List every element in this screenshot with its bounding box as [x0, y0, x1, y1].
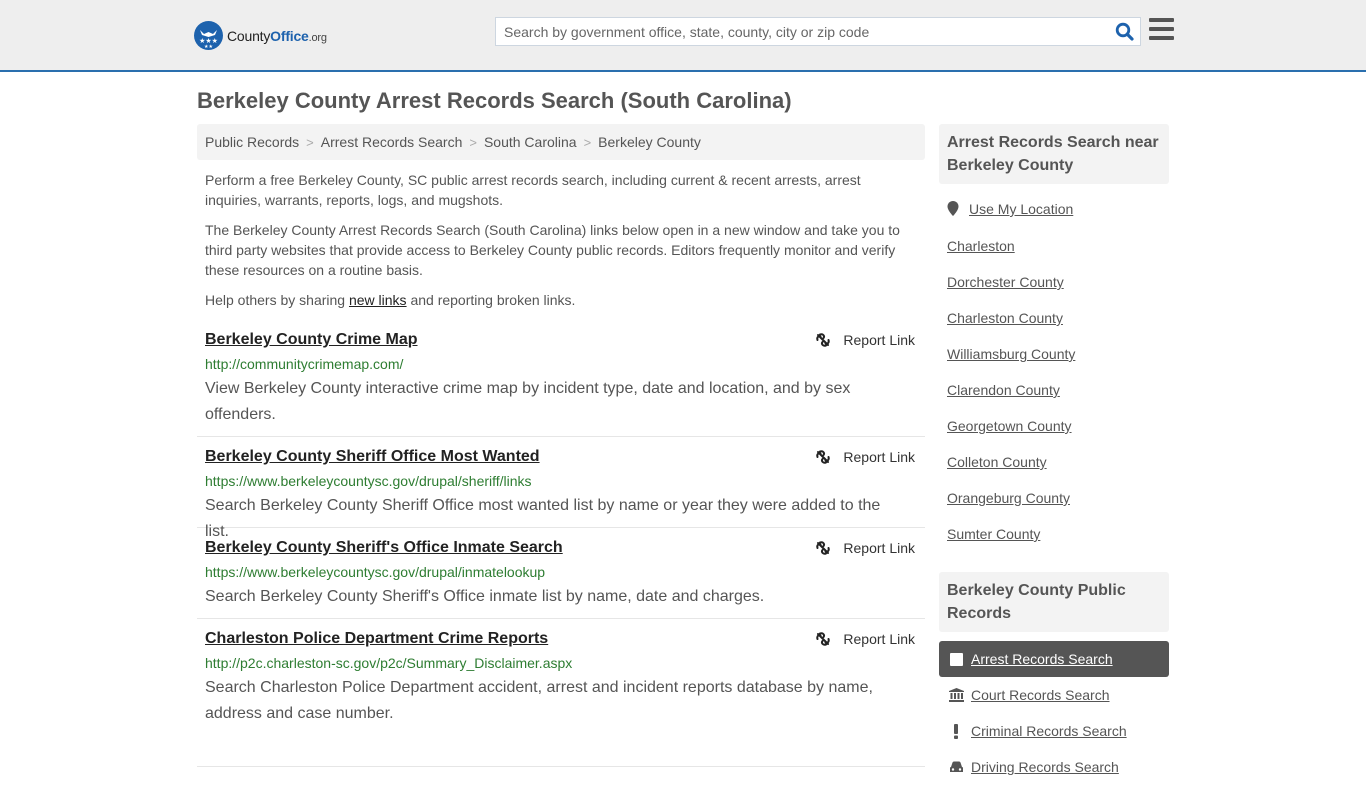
listing-item: Berkeley County Crime Map Report Link ht…: [197, 331, 925, 437]
site-logo[interactable]: ★★★ ★★ CountyOffice.org: [194, 21, 327, 50]
listing-url: https://www.berkeleycountysc.gov/drupal/…: [205, 564, 546, 580]
eagle-stars-logo-icon: ★★★ ★★: [194, 21, 223, 50]
report-link-button[interactable]: Report Link: [815, 631, 915, 647]
courthouse-icon: [948, 688, 964, 702]
public-records-item-court[interactable]: Court Records Search: [939, 677, 1169, 713]
breadcrumb: Public Records > Arrest Records Search >…: [197, 124, 925, 160]
breadcrumb-current: Berkeley County: [598, 134, 701, 150]
hamburger-menu-button[interactable]: [1149, 18, 1175, 42]
nearby-link-dorchester-county[interactable]: Dorchester County: [947, 274, 1064, 290]
listing-description: Search Charleston Police Department acci…: [205, 679, 873, 722]
logo-wordmark: CountyOffice.org: [227, 28, 327, 44]
divider: [197, 766, 925, 767]
broken-link-icon: [816, 632, 831, 646]
nearby-link-charleston-county[interactable]: Charleston County: [947, 310, 1063, 326]
logo-name: County: [227, 27, 271, 44]
report-link-button[interactable]: Report Link: [815, 540, 915, 556]
report-link-button[interactable]: Report Link: [815, 449, 915, 465]
public-records-heading: Berkeley County Public Records: [939, 572, 1169, 632]
page-title: Berkeley County Arrest Records Search (S…: [197, 88, 792, 113]
listing-description: Search Berkeley County Sheriff Office mo…: [205, 497, 881, 540]
use-my-location-link[interactable]: Use My Location: [969, 201, 1073, 217]
intro-text: Perform a free Berkeley County, SC publi…: [205, 170, 917, 320]
intro-p3-text-after: and reporting broken links.: [406, 292, 576, 308]
public-records-item-label: Court Records Search: [971, 687, 1110, 703]
search-button[interactable]: [1108, 18, 1140, 45]
breadcrumb-separator: >: [306, 134, 314, 150]
listing-title-link[interactable]: Berkeley County Crime Map: [205, 331, 418, 349]
logo-name-bold: Office: [270, 27, 309, 44]
nearby-link-clarendon-county[interactable]: Clarendon County: [947, 382, 1060, 398]
nearby-link-colleton-county[interactable]: Colleton County: [947, 454, 1047, 470]
public-records-item-driving[interactable]: Driving Records Search: [939, 749, 1169, 785]
nearby-heading: Arrest Records Search near Berkeley Coun…: [939, 124, 1169, 184]
breadcrumb-public-records[interactable]: Public Records: [205, 134, 299, 150]
intro-paragraph-3: Help others by sharing new links and rep…: [205, 290, 917, 310]
report-link-label: Report Link: [843, 540, 915, 556]
public-records-item-label: Criminal Records Search: [971, 723, 1127, 739]
search-icon: [1115, 22, 1134, 41]
svg-text:★★: ★★: [204, 44, 213, 50]
new-links-link[interactable]: new links: [349, 292, 407, 308]
map-pin-icon: [947, 201, 959, 216]
breadcrumb-separator: >: [469, 134, 477, 150]
use-location-row: Use My Location: [947, 201, 1073, 217]
public-records-item-criminal[interactable]: Criminal Records Search: [939, 713, 1169, 749]
breadcrumb-south-carolina[interactable]: South Carolina: [484, 134, 577, 150]
public-records-item-label: Arrest Records Search: [971, 651, 1113, 667]
listing-item: Berkeley County Sheriff Office Most Want…: [197, 448, 925, 540]
report-link-label: Report Link: [843, 449, 915, 465]
search-input[interactable]: [496, 18, 1108, 45]
listing-url: http://communitycrimemap.com/: [205, 356, 404, 372]
listing-title-link[interactable]: Charleston Police Department Crime Repor…: [205, 630, 548, 648]
intro-p3-text: Help others by sharing: [205, 292, 349, 308]
car-icon: [948, 761, 964, 774]
nearby-link-williamsburg-county[interactable]: Williamsburg County: [947, 346, 1075, 362]
breadcrumb-separator: >: [583, 134, 592, 150]
nearby-link-orangeburg-county[interactable]: Orangeburg County: [947, 490, 1070, 506]
nearby-link-sumter-county[interactable]: Sumter County: [947, 526, 1040, 542]
broken-link-icon: [816, 333, 831, 347]
listing-url: https://www.berkeleycountysc.gov/drupal/…: [205, 473, 532, 489]
listing-item: Charleston Police Department Crime Repor…: [197, 630, 925, 730]
site-search: [495, 17, 1141, 46]
report-link-label: Report Link: [843, 631, 915, 647]
report-link-button[interactable]: Report Link: [815, 332, 915, 348]
report-link-label: Report Link: [843, 332, 915, 348]
listing-url: http://p2c.charleston-sc.gov/p2c/Summary…: [205, 655, 573, 671]
listing-description: Search Berkeley County Sheriff's Office …: [205, 588, 765, 605]
breadcrumb-arrest-records-search[interactable]: Arrest Records Search: [321, 134, 463, 150]
nearby-link-georgetown-county[interactable]: Georgetown County: [947, 418, 1072, 434]
logo-tld: .org: [308, 31, 327, 44]
broken-link-icon: [816, 450, 831, 464]
intro-paragraph-1: Perform a free Berkeley County, SC publi…: [205, 172, 861, 208]
nearby-link-charleston[interactable]: Charleston: [947, 238, 1015, 254]
broken-link-icon: [816, 541, 831, 555]
intro-paragraph-2: The Berkeley County Arrest Records Searc…: [205, 222, 900, 278]
exclamation-icon: [948, 723, 964, 739]
square-icon: [948, 652, 964, 666]
public-records-item-label: Driving Records Search: [971, 759, 1119, 775]
listing-item: Berkeley County Sheriff's Office Inmate …: [197, 539, 925, 619]
listing-title-link[interactable]: Berkeley County Sheriff Office Most Want…: [205, 448, 540, 466]
hamburger-icon: [1149, 18, 1175, 40]
public-records-item-arrest[interactable]: Arrest Records Search: [939, 641, 1169, 677]
listing-description: View Berkeley County interactive crime m…: [205, 380, 851, 423]
top-header: ★★★ ★★ CountyOffice.org: [0, 0, 1366, 72]
listing-title-link[interactable]: Berkeley County Sheriff's Office Inmate …: [205, 539, 563, 557]
